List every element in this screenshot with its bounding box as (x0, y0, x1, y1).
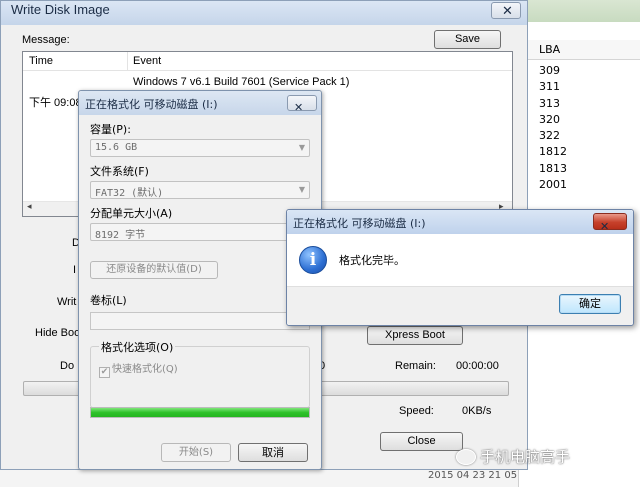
lba-value: 2001 (539, 178, 567, 192)
format-options-legend: 格式化选项(O) (99, 339, 176, 355)
format-progress-fill (91, 408, 309, 417)
filesystem-select[interactable]: FAT32 (默认) ▼ (90, 181, 310, 199)
partial-label-i: I (73, 264, 77, 276)
lba-value: 311 (539, 80, 560, 94)
complete-dialog-titlebar[interactable]: 正在格式化 可移动磁盘 (I:) ✕ (287, 210, 633, 234)
capacity-label: 容量(P): (90, 123, 131, 136)
ok-button[interactable]: 确定 (559, 294, 621, 314)
log-time-cell: 下午 09:08 (29, 97, 82, 109)
volume-label-label: 卷标(L) (90, 294, 127, 307)
column-divider[interactable] (127, 52, 128, 71)
filesystem-label: 文件系统(F) (90, 165, 149, 178)
lba-list: 309 311 313 320 322 1812 1813 2001 (539, 63, 567, 193)
checkbox-checked-icon: ✔ (99, 367, 110, 378)
lba-value: 1813 (539, 161, 567, 175)
remain-value: 00:00:00 (456, 360, 499, 372)
window-title: Write Disk Image (11, 2, 110, 17)
format-dialog-title: 正在格式化 可移动磁盘 (I:) (85, 98, 218, 111)
chevron-down-icon: ▼ (298, 143, 305, 152)
partial-label-write: Writ (57, 296, 77, 308)
chevron-down-icon: ▼ (298, 185, 305, 194)
partial-label-done: Do (60, 360, 75, 372)
cancel-button[interactable]: 取消 (238, 443, 308, 462)
log-header: Time Event (23, 52, 512, 71)
write-disk-titlebar[interactable]: Write Disk Image ✕ (1, 1, 527, 25)
complete-close-button[interactable]: ✕ (593, 213, 627, 233)
lba-value: 1812 (539, 145, 567, 159)
complete-message: 格式化完毕。 (339, 254, 405, 267)
lba-column-header[interactable]: LBA (519, 40, 640, 60)
close-icon: ✕ (294, 101, 304, 114)
format-progress-bar (90, 407, 310, 418)
background-row-date: 2015 04 23 21 05 (428, 470, 518, 481)
log-event-cell: Windows 7 v6.1 Build 7601 (Service Pack … (133, 76, 350, 88)
allocation-unit-select[interactable]: 8192 字节 ▼ (90, 223, 310, 241)
filesystem-value: FAT32 (默认) (95, 188, 164, 199)
capacity-select[interactable]: 15.6 GB ▼ (90, 139, 310, 157)
restore-defaults-button[interactable]: 还原设备的默认值(D) (90, 261, 218, 279)
watermark-text: 手机电脑高手 (480, 448, 571, 466)
partial-label-hide-boot: Hide Boo (35, 327, 81, 339)
quick-format-checkbox[interactable]: ✔ 快速格式化(Q) (99, 360, 178, 378)
lba-header-label: LBA (539, 43, 561, 56)
lba-value: 313 (539, 96, 560, 110)
format-dialog-titlebar[interactable]: 正在格式化 可移动磁盘 (I:) ✕ (79, 91, 321, 115)
xpress-boot-button[interactable]: Xpress Boot (367, 326, 463, 345)
lba-value: 322 (539, 129, 560, 143)
allocation-unit-value: 8192 字节 (95, 230, 146, 241)
close-window-button[interactable]: ✕ (491, 2, 521, 19)
close-button[interactable]: Close (380, 432, 463, 451)
remain-label: Remain: (395, 360, 436, 372)
volume-label-input[interactable] (90, 312, 310, 330)
start-button[interactable]: 开始(S) (161, 443, 231, 462)
scroll-left-icon[interactable]: ◂ (27, 202, 32, 212)
speed-value: 0KB/s (462, 405, 492, 417)
close-icon: ✕ (600, 220, 610, 233)
complete-dialog-footer: 确定 (287, 286, 633, 325)
complete-dialog-title: 正在格式化 可移动磁盘 (I:) (293, 217, 426, 230)
format-options-group: 格式化选项(O) ✔ 快速格式化(Q) (90, 339, 310, 408)
message-label: Message: (22, 34, 70, 46)
lba-value: 320 (539, 112, 560, 126)
speed-label: Speed: (399, 405, 434, 417)
save-button[interactable]: Save (434, 30, 501, 49)
close-icon: ✕ (502, 3, 513, 18)
quick-format-label: 快速格式化(Q) (112, 364, 178, 375)
watermark: 手机电脑高手 (456, 446, 640, 468)
info-icon: i (299, 246, 327, 274)
col-event-header[interactable]: Event (133, 55, 161, 67)
lba-value: 309 (539, 64, 560, 77)
capacity-value: 15.6 GB (95, 142, 138, 153)
wechat-icon (456, 449, 476, 465)
col-time-header[interactable]: Time (29, 55, 53, 67)
background-titlebar (519, 0, 640, 22)
format-close-button[interactable]: ✕ (287, 95, 317, 114)
allocation-unit-label: 分配单元大小(A) (90, 207, 173, 220)
format-complete-dialog: 正在格式化 可移动磁盘 (I:) ✕ i 格式化完毕。 确定 (286, 209, 634, 326)
